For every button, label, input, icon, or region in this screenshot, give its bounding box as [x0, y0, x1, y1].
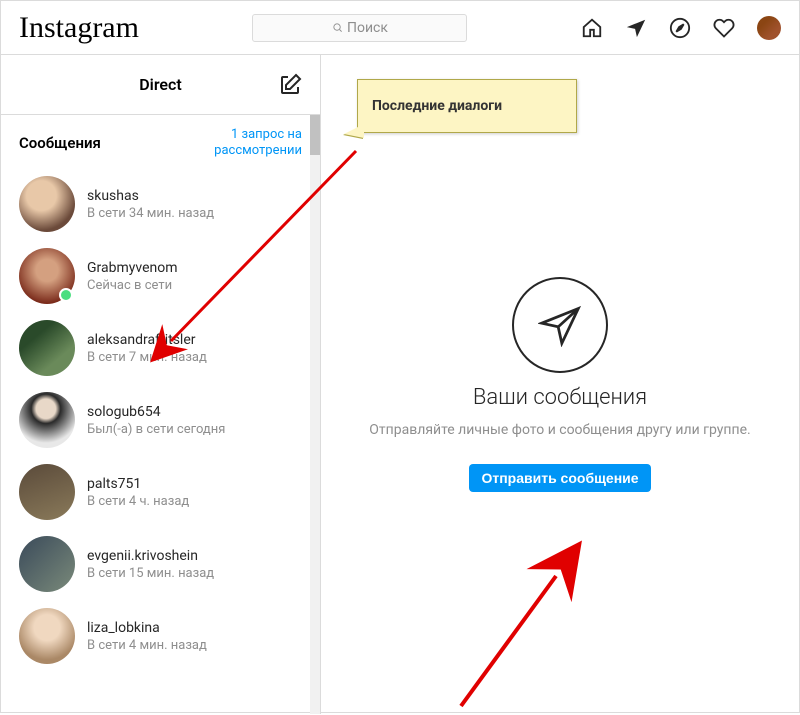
conversation-text: palts751 В сети 4 ч. назад: [87, 476, 189, 509]
messages-label: Сообщения: [19, 134, 101, 152]
send-message-button[interactable]: Отправить сообщение: [469, 464, 650, 492]
conversation-list: skushas В сети 34 мин. назад Grabmyvenom…: [1, 168, 320, 714]
requests-link[interactable]: 1 запрос на рассмотрении: [214, 127, 302, 158]
search-icon: [332, 22, 343, 33]
conversation-text: aleksandrafritsler В сети 7 мин. назад: [87, 332, 207, 365]
activity-icon[interactable]: [713, 17, 735, 39]
conversation-item[interactable]: evgenii.krivoshein В сети 15 мин. назад: [1, 528, 320, 600]
conversation-text: evgenii.krivoshein В сети 15 мин. назад: [87, 548, 214, 581]
sidebar-header: Direct: [1, 55, 320, 115]
content-pane: Ваши сообщения Отправляйте личные фото и…: [321, 55, 799, 714]
conversation-status: В сети 4 ч. назад: [87, 494, 189, 509]
conversation-status: В сети 34 мин. назад: [87, 206, 214, 221]
send-hero-icon: [512, 277, 608, 373]
scrollbar[interactable]: [310, 115, 320, 714]
conversation-name: evgenii.krivoshein: [87, 548, 214, 564]
scrollbar-thumb[interactable]: [310, 115, 320, 155]
conversation-text: skushas В сети 34 мин. назад: [87, 188, 214, 221]
sidebar: Direct Сообщения 1 запрос на рассмотрени…: [1, 55, 321, 714]
conversation-text: Grabmyvenom Сейчас в сети: [87, 260, 178, 293]
profile-avatar[interactable]: [757, 16, 781, 40]
avatar: [19, 464, 75, 520]
avatar: [19, 176, 75, 232]
conversation-text: sologub654 Был(-а) в сети сегодня: [87, 404, 225, 437]
avatar: [19, 536, 75, 592]
callout-tail: [344, 124, 364, 138]
nav-icons: [581, 16, 781, 40]
explore-icon[interactable]: [669, 17, 691, 39]
avatar: [19, 608, 75, 664]
avatar: [19, 320, 75, 376]
online-indicator: [59, 288, 73, 302]
conversation-name: liza_lobkina: [87, 620, 207, 636]
messages-icon[interactable]: [625, 17, 647, 39]
logo[interactable]: Instagram: [19, 11, 139, 45]
annotation-text: Последние диалоги: [372, 98, 502, 114]
conversation-item[interactable]: sologub654 Был(-а) в сети сегодня: [1, 384, 320, 456]
conversation-item[interactable]: liza_lobkina В сети 4 мин. назад: [1, 600, 320, 672]
sidebar-subheader: Сообщения 1 запрос на рассмотрении: [1, 115, 320, 168]
paper-plane-icon: [538, 303, 582, 347]
conversation-item[interactable]: palts751 В сети 4 ч. назад: [1, 456, 320, 528]
conversation-text: liza_lobkina В сети 4 мин. назад: [87, 620, 207, 653]
annotation-callout: Последние диалоги: [357, 79, 577, 133]
conversation-name: Grabmyvenom: [87, 260, 178, 276]
conversation-status: В сети 4 мин. назад: [87, 638, 207, 653]
conversation-item[interactable]: skushas В сети 34 мин. назад: [1, 168, 320, 240]
conversation-name: palts751: [87, 476, 189, 492]
conversation-name: aleksandrafritsler: [87, 332, 207, 348]
home-icon[interactable]: [581, 17, 603, 39]
search-placeholder: Поиск: [347, 20, 388, 36]
top-nav: Instagram Поиск: [1, 1, 799, 55]
conversation-status: Был(-а) в сети сегодня: [87, 422, 225, 437]
avatar: [19, 248, 75, 304]
sidebar-title: Direct: [139, 75, 182, 94]
conversation-status: В сети 7 мин. назад: [87, 350, 207, 365]
conversation-item[interactable]: aleksandrafritsler В сети 7 мин. назад: [1, 312, 320, 384]
search-input[interactable]: Поиск: [252, 14, 467, 42]
conversation-name: skushas: [87, 188, 214, 204]
conversation-name: sologub654: [87, 404, 225, 420]
conversation-status: В сети 15 мин. назад: [87, 566, 214, 581]
content-subtitle: Отправляйте личные фото и сообщения друг…: [369, 422, 750, 438]
conversation-status: Сейчас в сети: [87, 278, 178, 293]
content-title: Ваши сообщения: [473, 385, 647, 410]
main: Direct Сообщения 1 запрос на рассмотрени…: [1, 55, 799, 714]
search-wrap: Поиск: [151, 14, 569, 42]
avatar: [19, 392, 75, 448]
conversation-item[interactable]: Grabmyvenom Сейчас в сети: [1, 240, 320, 312]
compose-icon: [278, 73, 302, 97]
compose-button[interactable]: [278, 73, 302, 101]
